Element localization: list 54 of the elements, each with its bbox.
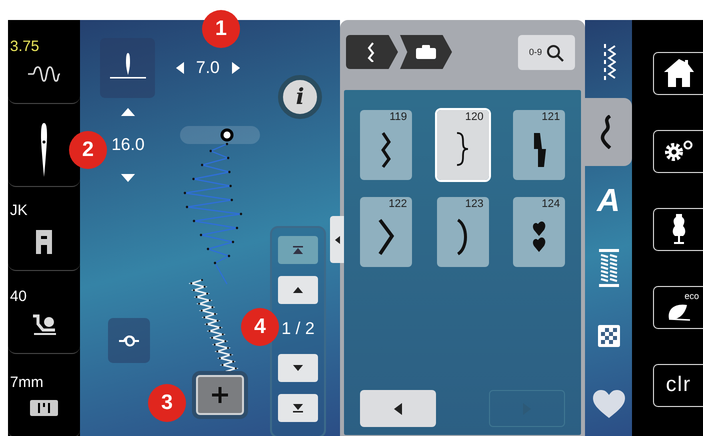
breadcrumb-button[interactable] bbox=[400, 35, 452, 69]
arrow-icon bbox=[292, 402, 304, 414]
setting-value: 3.75 bbox=[9, 38, 40, 54]
search-button[interactable]: 0-9 bbox=[518, 35, 575, 70]
previous-page-button[interactable] bbox=[360, 390, 436, 427]
scroll-bottom-button[interactable] bbox=[278, 394, 318, 422]
left-arrow-icon bbox=[334, 236, 340, 244]
info-button[interactable]: i bbox=[278, 75, 322, 119]
tutorial-button[interactable] bbox=[653, 208, 703, 250]
plus-icon bbox=[212, 387, 228, 403]
thread-icon[interactable] bbox=[26, 64, 62, 84]
knot-icon bbox=[118, 334, 140, 346]
scroll-down-button[interactable] bbox=[278, 354, 318, 382]
stitch-length-value: 16.0 bbox=[111, 134, 145, 156]
left-arrow-icon bbox=[394, 402, 402, 414]
page-indicator: 1 / 2 bbox=[281, 318, 315, 340]
wave-stitch-icon bbox=[600, 115, 614, 149]
stitch-tile[interactable]: 119 bbox=[360, 110, 412, 180]
folder-icon bbox=[416, 45, 436, 59]
stitch-tile[interactable]: 121 bbox=[513, 110, 565, 180]
home-button[interactable] bbox=[653, 52, 703, 94]
settings-icon bbox=[664, 140, 694, 162]
up-arrow-icon[interactable] bbox=[121, 108, 135, 116]
dress-form-icon bbox=[670, 214, 686, 244]
clear-button[interactable]: clr bbox=[653, 364, 703, 406]
stitch-tile[interactable]: 123 bbox=[436, 197, 488, 267]
stitch-plate-icon[interactable] bbox=[30, 400, 58, 416]
heart-icon bbox=[592, 390, 624, 418]
setting-value: JK bbox=[9, 202, 28, 218]
stitch-tile[interactable]: 122 bbox=[360, 197, 412, 267]
home-icon bbox=[664, 59, 694, 87]
stitch-tile[interactable]: 120 bbox=[436, 110, 488, 180]
right-arrow-icon[interactable] bbox=[232, 62, 240, 74]
search-icon bbox=[546, 44, 564, 62]
breadcrumb-button[interactable] bbox=[346, 35, 398, 69]
presser-foot-icon[interactable] bbox=[34, 228, 54, 254]
stitch-icon bbox=[367, 42, 377, 62]
callout-number: 1 bbox=[202, 10, 240, 48]
setting-value: 40 bbox=[9, 288, 27, 304]
down-arrow-icon[interactable] bbox=[121, 174, 135, 182]
stitch-tile[interactable]: 124 bbox=[513, 197, 565, 267]
stitch-width-value: 7.0 bbox=[196, 57, 220, 79]
buttonhole-icon bbox=[598, 249, 618, 287]
category-tab[interactable]: A bbox=[585, 166, 632, 234]
left-arrow-icon[interactable] bbox=[176, 62, 184, 74]
setting-value: 7mm bbox=[9, 375, 44, 390]
settings-button[interactable] bbox=[653, 130, 703, 172]
securing-button[interactable] bbox=[108, 318, 150, 363]
scroll-up-button[interactable] bbox=[278, 276, 318, 304]
needle-position-button[interactable] bbox=[100, 38, 155, 98]
panel-handle[interactable] bbox=[330, 216, 344, 263]
eco-button[interactable]: eco bbox=[653, 286, 703, 328]
quilt-icon bbox=[596, 324, 620, 348]
arrow-icon bbox=[292, 244, 304, 256]
